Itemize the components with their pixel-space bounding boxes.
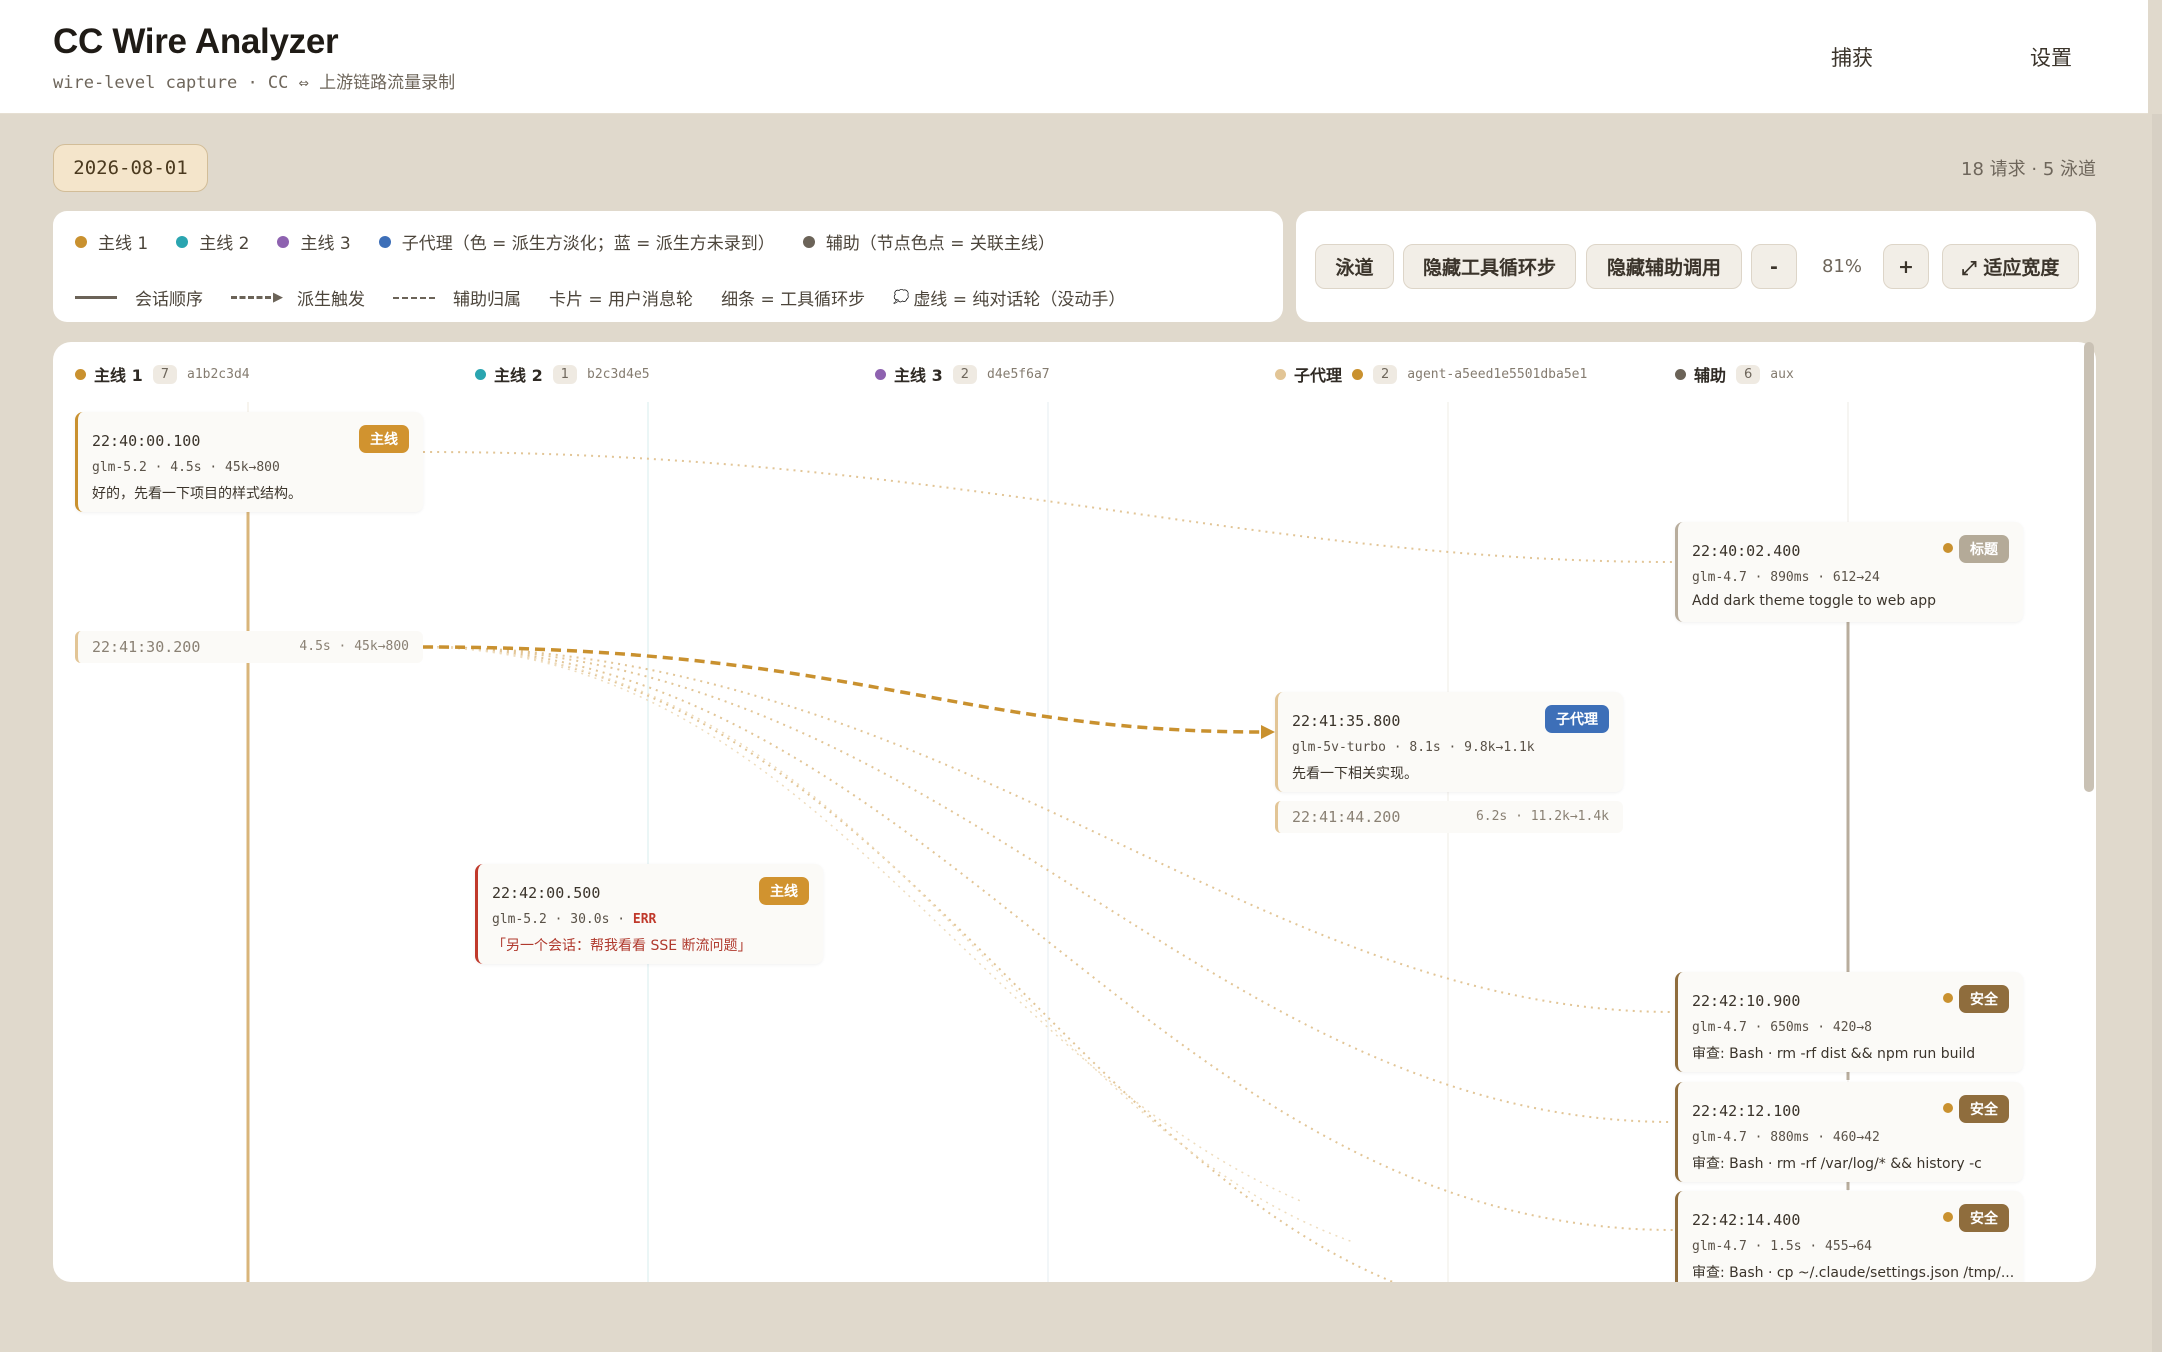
- subagent-badge: 子代理: [1545, 705, 1609, 733]
- linked-main-dot-icon: [1943, 1103, 1953, 1113]
- linked-main-dot-icon: [1943, 1212, 1953, 1222]
- aux-card-security-3[interactable]: 22:42:14.400 安全 glm-4.7 · 1.5s · 455→64 …: [1675, 1191, 2023, 1282]
- legend-panel: 主线 1 主线 2 主线 3 子代理（色 = 派生方淡化；蓝 = 派生方未录到）…: [53, 211, 1283, 322]
- hide-tool-steps-button[interactable]: 隐藏工具循环步: [1403, 244, 1576, 289]
- request-card-subagent[interactable]: 22:41:35.800 子代理 glm-5v-turbo · 8.1s · 9…: [1275, 692, 1623, 792]
- main-badge: 主线: [759, 877, 809, 905]
- zoom-in-button[interactable]: +: [1883, 244, 1929, 289]
- dotted-line-icon: [393, 296, 435, 299]
- linked-main-dot-icon: [1943, 543, 1953, 553]
- request-card-main2[interactable]: 22:42:00.500 主线 glm-5.2 · 30.0s · ERR 「另…: [475, 864, 823, 964]
- zoom-level: 81%: [1821, 256, 1862, 277]
- date-selector[interactable]: 2026-08-01: [53, 144, 208, 192]
- solid-line-icon: [75, 296, 117, 299]
- aux-link-security-4: [422, 646, 1394, 1282]
- legend-solid: 会话顺序: [75, 285, 203, 310]
- nav-settings-tab[interactable]: 设置: [2002, 28, 2100, 86]
- fit-width-button[interactable]: ⤢ 适应宽度: [1942, 244, 2079, 289]
- nav-capture-tab[interactable]: 捕获: [1800, 28, 1904, 86]
- legend-card: 卡片 = 用户消息轮: [549, 290, 694, 310]
- main2-dot-icon: [176, 235, 189, 248]
- legend-strip: 细条 = 工具循环步: [721, 290, 866, 310]
- subagent-dot-icon: [378, 235, 391, 248]
- error-label: ERR: [632, 912, 657, 927]
- legend-virtual: 💭 虚线 = 纯对话轮（没动手）: [893, 290, 1126, 310]
- legend-main3: 主线 3: [277, 229, 351, 254]
- aux-dot-icon: [802, 235, 815, 248]
- legend-main2: 主线 2: [176, 229, 249, 254]
- dashed-arrow-icon: [231, 296, 271, 299]
- hide-aux-calls-button[interactable]: 隐藏辅助调用: [1586, 244, 1742, 289]
- lanes-button[interactable]: 泳道: [1315, 244, 1394, 289]
- main1-dot-icon: [75, 235, 87, 248]
- request-card-main1[interactable]: 22:40:00.100 主线 glm-5.2 · 4.5s · 45k→800…: [75, 412, 423, 512]
- security-badge: 安全: [1959, 1204, 2009, 1232]
- legend-subagent: 子代理（色 = 派生方淡化；蓝 = 派生方未录到）: [378, 229, 775, 254]
- legend-main1: 主线 1: [75, 229, 148, 254]
- request-summary: 18 请求 · 5 泳道: [1961, 159, 2096, 180]
- legend-lanes: 主线 1 主线 2 主线 3 子代理（色 = 派生方淡化；蓝 = 派生方未录到）…: [75, 229, 1083, 254]
- aux-card-title[interactable]: 22:40:02.400 标题 glm-4.7 · 890ms · 612→24…: [1675, 522, 2023, 622]
- app-title: CC Wire Analyzer: [53, 22, 339, 61]
- tool-step-main1[interactable]: 22:41:30.200 4.5s · 45k→800: [75, 631, 423, 663]
- app-header: CC Wire Analyzer wire-level capture · CC…: [0, 0, 2148, 1282]
- arrow-head-icon: ▶: [273, 290, 283, 305]
- tool-step-subagent[interactable]: 22:41:44.200 6.2s · 11.2k→1.4k: [1275, 801, 1623, 833]
- legend-dotted: 辅助归属: [393, 285, 521, 310]
- zoom-out-button[interactable]: -: [1751, 244, 1797, 289]
- legend-aux: 辅助（节点色点 = 关联主线）: [802, 229, 1055, 254]
- timeline-canvas[interactable]: 主线 1 7 a1b2c3d4 主线 2 1 b2c3d4e5 主线 3 2 d…: [53, 342, 2096, 1282]
- spawn-arrow-head: [1261, 725, 1275, 739]
- aux-card-security-1[interactable]: 22:42:10.900 安全 glm-4.7 · 650ms · 420→8 …: [1675, 972, 2023, 1072]
- app-subtitle: wire-level capture · CC ⇔ 上游链路流量录制: [53, 73, 456, 93]
- page-scrollbar[interactable]: [2152, 114, 2162, 1352]
- timeline-scrollbar[interactable]: [2084, 342, 2094, 792]
- aux-card-security-2[interactable]: 22:42:12.100 安全 glm-4.7 · 880ms · 460→42…: [1675, 1082, 2023, 1182]
- main-badge: 主线: [359, 425, 409, 453]
- thought-bubble-icon: 💭: [893, 290, 910, 305]
- title-badge: 标题: [1959, 535, 2009, 563]
- security-badge: 安全: [1959, 1095, 2009, 1123]
- main3-dot-icon: [277, 235, 290, 248]
- linked-main-dot-icon: [1943, 993, 1953, 1003]
- legend-lines: 会话顺序 ▶ 派生触发 辅助归属 卡片 = 用户消息轮 细条 = 工具循环步 💭 虚…: [75, 285, 1153, 310]
- controls-panel: 泳道 隐藏工具循环步 隐藏辅助调用 - 81% + ⤢ 适应宽度: [1296, 211, 2096, 322]
- legend-dashed: ▶ 派生触发: [231, 285, 365, 310]
- security-badge: 安全: [1959, 985, 2009, 1013]
